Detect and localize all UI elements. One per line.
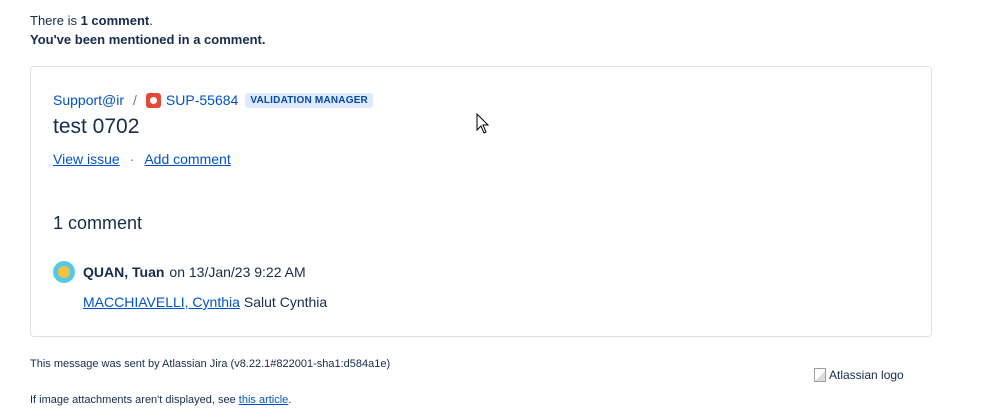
action-separator: · (129, 151, 135, 167)
logo-alt-text: Atlassian logo (829, 368, 904, 382)
breadcrumb-separator: / (133, 92, 137, 108)
project-link[interactable]: Support@ir (53, 92, 124, 108)
attachments-text: If image attachments aren't displayed, s… (30, 394, 239, 406)
breadcrumb: Support@ir / SUP-55684 VALIDATION MANAGE… (53, 92, 373, 108)
article-link[interactable]: this article (239, 394, 289, 406)
bug-icon (145, 92, 161, 108)
attachments-period: . (288, 394, 292, 406)
comment-body: MACCHIAVELLI, Cynthia Salut Cynthia (83, 294, 327, 310)
comment-count-line: There is 1 comment. (30, 11, 265, 30)
mention-text: You've been mentioned in a comment. (30, 32, 266, 47)
comment-timestamp: on 13/Jan/23 9:22 AM (169, 264, 306, 280)
avatar[interactable] (53, 261, 75, 283)
comment-header: QUAN, Tuan on 13/Jan/23 9:22 AM (53, 261, 306, 283)
comment-author[interactable]: QUAN, Tuan (83, 264, 164, 280)
atlassian-logo: Atlassian logo (814, 368, 904, 382)
intro-text: There is (30, 13, 81, 28)
broken-image-icon (814, 368, 826, 382)
mention-link[interactable]: MACCHIAVELLI, Cynthia (83, 294, 240, 310)
status-badge: VALIDATION MANAGER (245, 92, 373, 108)
footer-attachments: If image attachments aren't displayed, s… (30, 394, 291, 406)
comments-heading: 1 comment (53, 213, 143, 233)
issue-title: test 0702 (53, 115, 140, 138)
issue-actions: View issue · Add comment (53, 151, 231, 167)
intro-count: 1 comment (80, 13, 150, 28)
mention-line: You've been mentioned in a comment. (30, 30, 265, 49)
mouse-pointer-icon (476, 113, 490, 134)
view-issue-link[interactable]: View issue (53, 151, 120, 167)
comment-text: Salut Cynthia (243, 294, 328, 310)
footer-sent-by: This message was sent by Atlassian Jira … (30, 358, 391, 370)
issue-card: Support@ir / SUP-55684 VALIDATION MANAGE… (30, 66, 932, 337)
notification-intro: There is 1 comment. You've been mentione… (30, 11, 265, 49)
add-comment-link[interactable]: Add comment (144, 151, 230, 167)
issue-key-link[interactable]: SUP-55684 (166, 92, 238, 108)
intro-period: . (149, 13, 153, 28)
